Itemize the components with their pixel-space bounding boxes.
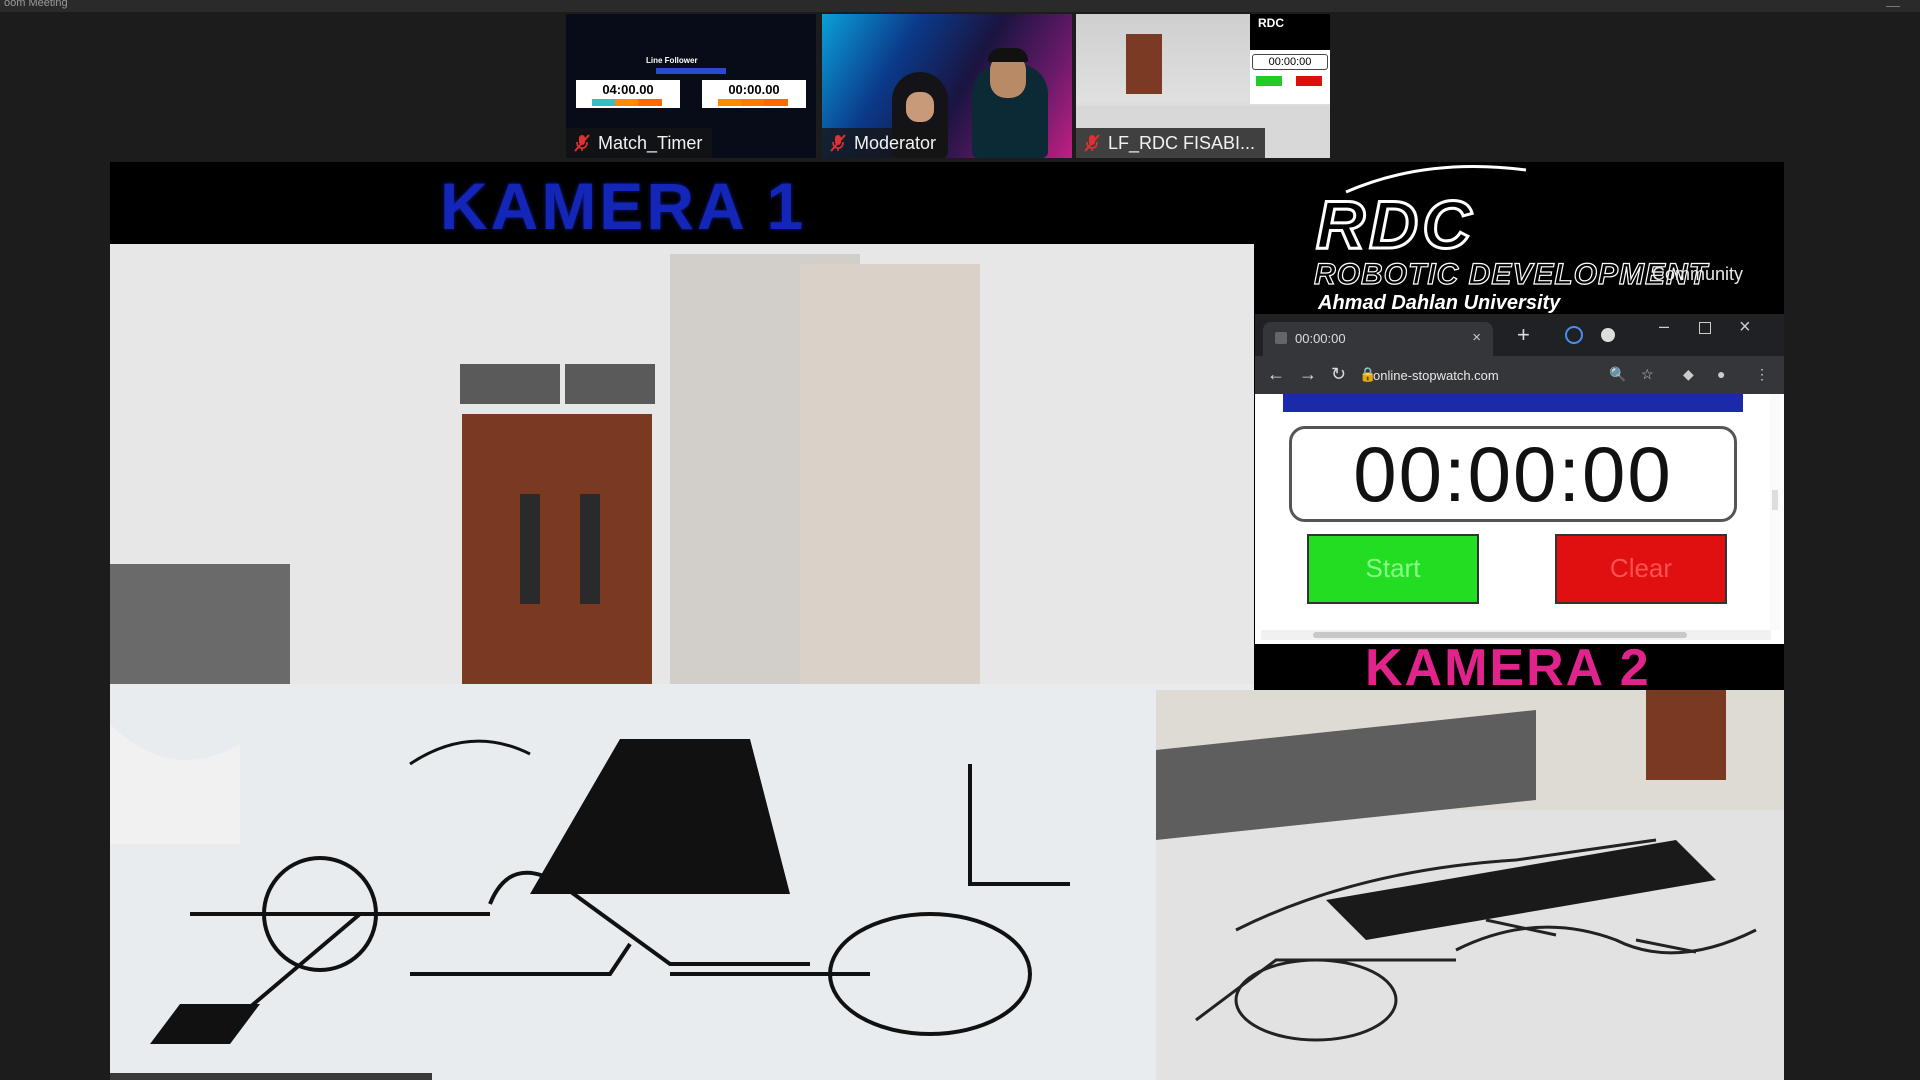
rdc-logo: RDC ROBOTIC DEVELOPMENT Community Ahmad … bbox=[1306, 162, 1784, 314]
favicon-icon bbox=[1275, 332, 1287, 344]
vertical-scrollbar[interactable] bbox=[1770, 394, 1780, 630]
mini-stopwatch: 00:00:00 bbox=[1250, 50, 1330, 104]
clear-button[interactable]: Clear bbox=[1555, 534, 1727, 604]
menu-icon[interactable]: ⋮ bbox=[1755, 366, 1769, 383]
stopwatch-controls bbox=[718, 99, 788, 106]
camera-2-feed bbox=[1156, 690, 1784, 1080]
participant-name: LF_RDC FISABI... bbox=[1108, 133, 1256, 153]
countdown-controls bbox=[592, 99, 662, 106]
browser-tab-bar: 00:00:00 × + – × bbox=[1255, 314, 1784, 356]
participant-name-tag: LF_RDC FISABI... bbox=[1076, 128, 1266, 158]
mic-muted-icon bbox=[1084, 134, 1100, 152]
close-icon[interactable]: × bbox=[1739, 316, 1751, 339]
participant-name: Moderator bbox=[854, 133, 937, 153]
extension-icon[interactable] bbox=[1565, 326, 1583, 344]
stopwatch-display: 00:00.00 bbox=[702, 80, 806, 108]
status-strip bbox=[110, 1073, 432, 1080]
participant-tile-moderator[interactable]: Moderator bbox=[822, 14, 1072, 158]
window-titlebar: oom Meeting bbox=[0, 0, 1920, 12]
profile-icon[interactable]: ● bbox=[1717, 366, 1725, 382]
hair bbox=[988, 48, 1028, 62]
puzzle-icon[interactable]: ◆ bbox=[1683, 366, 1694, 383]
site-banner bbox=[1283, 394, 1743, 412]
minimize-icon[interactable]: – bbox=[1659, 316, 1669, 337]
stopwatch-display: 00:00:00 bbox=[1289, 426, 1737, 522]
camera-2-scene bbox=[1156, 690, 1784, 1080]
logo-line1: ROBOTIC DEVELOPMENT bbox=[1313, 257, 1709, 291]
url-field[interactable]: online-stopwatch.com bbox=[1373, 368, 1499, 383]
participant-name-tag: Match_Timer bbox=[566, 128, 713, 158]
participant-name: Match_Timer bbox=[598, 133, 703, 153]
heading-bar bbox=[656, 68, 726, 74]
browser-tab[interactable]: 00:00:00 × bbox=[1263, 322, 1493, 356]
logo-line2: Ahmad Dahlan University bbox=[1318, 292, 1561, 314]
maximize-icon[interactable] bbox=[1699, 322, 1711, 334]
participant-name-tag: Moderator bbox=[822, 128, 947, 158]
logo-line1-suffix: Community bbox=[1652, 264, 1744, 284]
reload-icon[interactable]: ↻ bbox=[1331, 364, 1346, 385]
stopwatch-value: 00:00.00 bbox=[728, 82, 780, 97]
mic-muted-icon bbox=[574, 134, 590, 152]
participant-tile-lf-rdc[interactable]: RDC 00:00:00 LF_RDC FISABI... bbox=[1076, 14, 1330, 158]
zoom-icon[interactable]: 🔍 bbox=[1609, 366, 1626, 383]
star-icon[interactable]: ☆ bbox=[1641, 366, 1654, 383]
browser-window: 00:00:00 × + – × ← → ↻ 🔒 online-stopwatc… bbox=[1255, 314, 1784, 644]
extension-icon[interactable] bbox=[1601, 328, 1615, 342]
mic-muted-icon bbox=[830, 134, 846, 152]
scrollbar-thumb[interactable] bbox=[1772, 490, 1778, 510]
window-title: oom Meeting bbox=[4, 0, 68, 9]
mini-start bbox=[1256, 76, 1282, 86]
minimize-icon[interactable] bbox=[1886, 0, 1900, 7]
main-video-stage: KAMERA 1 RDC ROBOTIC DEVELOPMENT Communi… bbox=[110, 162, 1784, 1080]
new-tab-icon[interactable]: + bbox=[1517, 322, 1530, 348]
face bbox=[906, 92, 934, 122]
camera-2-label: KAMERA 2 bbox=[1365, 639, 1651, 697]
camera-1-label: KAMERA 1 bbox=[440, 169, 807, 243]
mini-overlay: RDC 00:00:00 bbox=[1250, 14, 1330, 104]
tab-close-icon[interactable]: × bbox=[1472, 329, 1481, 346]
door bbox=[1126, 34, 1162, 94]
mini-logo: RDC bbox=[1258, 16, 1284, 30]
timer-heading: Line Follower bbox=[646, 56, 698, 65]
camera-1-feed bbox=[110, 244, 1254, 1080]
mini-timer: 00:00:00 bbox=[1252, 54, 1328, 70]
start-button[interactable]: Start bbox=[1307, 534, 1479, 604]
participant-tile-match-timer[interactable]: Line Follower 04:00.00 00:00.00 Match_Ti… bbox=[566, 14, 816, 158]
countdown-display: 04:00.00 bbox=[576, 80, 680, 108]
back-icon[interactable]: ← bbox=[1267, 364, 1285, 385]
camera-1-scene bbox=[110, 244, 1254, 1080]
countdown-value: 04:00.00 bbox=[602, 82, 654, 97]
tab-title: 00:00:00 bbox=[1295, 331, 1346, 346]
forward-icon[interactable]: → bbox=[1299, 364, 1317, 385]
logo-abbr: RDC bbox=[1314, 186, 1476, 265]
stopwatch-page: 00:00:00 Start Clear bbox=[1255, 394, 1784, 644]
address-bar: ← → ↻ 🔒 online-stopwatch.com 🔍 ☆ ◆ ● ⋮ bbox=[1255, 356, 1784, 394]
mini-clear bbox=[1296, 76, 1322, 86]
